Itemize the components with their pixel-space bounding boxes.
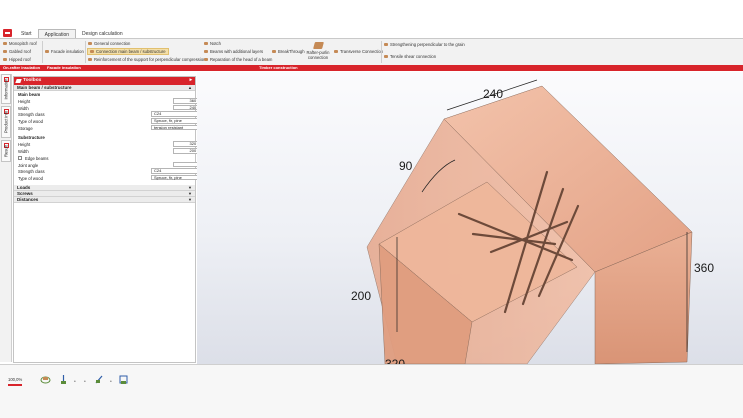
dimension-width-main: 240 — [483, 87, 503, 101]
ribbon-divider — [42, 41, 43, 63]
ribbon-category-bar: On-rafter insulation Facade insulation T… — [0, 65, 743, 71]
view-rotate-icon[interactable] — [40, 374, 51, 385]
substructure-strength-row: Strength class C24▾ — [14, 168, 207, 175]
roof-icon — [3, 58, 7, 61]
substructure-height-row: Height 320 mm — [14, 141, 207, 148]
tab-information[interactable]: Information — [1, 74, 11, 104]
section-distances[interactable]: Distances ▼ — [14, 196, 195, 203]
tab-start[interactable]: Start — [15, 29, 38, 38]
category-facade: Facade insulation — [47, 65, 81, 70]
transverse-icon — [334, 50, 338, 53]
main-beam-height-row: Height 360 mm — [14, 98, 207, 105]
status-bar: 100,0% • • • — [0, 364, 743, 418]
chevron-up-icon: ▲ — [188, 85, 192, 90]
reinforcement-support-button[interactable]: Reinforcement of the support for perpend… — [88, 57, 206, 62]
substructure-wood-row: Type of wood Spruce, fir, pine▾ — [14, 174, 207, 182]
section-main-beam-substructure[interactable]: Main beam / substructure ▲ — [14, 85, 195, 91]
view-front-icon[interactable] — [58, 374, 69, 385]
toolbar-separator-icon: • — [84, 379, 86, 385]
facade-insulation-button[interactable]: Facade insulation — [45, 49, 84, 54]
title-bar: Start Application Design calculation — [0, 0, 743, 38]
category-on-rafter: On-rafter insulation — [3, 65, 41, 70]
tab-product-info[interactable]: Product info — [1, 106, 11, 138]
gabled-roof-button[interactable]: Gabled roof — [3, 49, 31, 54]
reinforcement-icon — [88, 58, 92, 61]
beam-head-reparation-button[interactable]: Reparation of the head of a beam — [204, 57, 272, 62]
tab-application[interactable]: Application — [37, 29, 77, 38]
general-connection-button[interactable]: General connection — [88, 41, 130, 46]
beam-connection-model: 240 90 200 360 320 — [351, 79, 714, 364]
edge-beams-row: Edge beams — [14, 155, 195, 162]
rafter-purlin-button[interactable]: Rafter-purlin connection — [305, 42, 331, 60]
pin-icon[interactable]: ▸ — [190, 77, 192, 85]
facade-icon — [45, 50, 49, 53]
connection-main-beam-button[interactable]: Connection main beam / substructure — [87, 48, 169, 55]
transverse-connection-button[interactable]: Transverse Connection — [334, 49, 383, 54]
zoom-indicator — [8, 384, 22, 386]
main-beam-width-row: Width 240 mm — [14, 104, 207, 112]
side-tab-strip: Information Product info Result — [0, 74, 12, 362]
toolbar-separator-icon: • — [110, 379, 112, 385]
rafter-icon — [312, 42, 324, 49]
pencil-icon — [15, 79, 22, 83]
app-menu-icon[interactable] — [3, 29, 12, 37]
zoom-level: 100,0% — [8, 377, 23, 382]
view-side-icon[interactable] — [94, 374, 105, 385]
toolbox-header: Toolbox ▸ — [14, 77, 195, 85]
ribbon-divider — [85, 41, 86, 63]
roof-icon — [3, 50, 7, 53]
beams-additional-layers-button[interactable]: Beams with additional layers — [204, 49, 263, 54]
main-beam-wood-row: Type of wood Spruce, fir, pine▾ — [14, 118, 207, 125]
main-beam-storage-row: Storage tension resistant▾ — [14, 124, 207, 132]
beam-icon — [204, 50, 208, 53]
connection-icon — [90, 50, 94, 53]
tab-result[interactable]: Result — [1, 140, 11, 162]
connection-icon — [88, 42, 92, 45]
beam-icon — [204, 58, 208, 61]
roof-icon — [3, 42, 7, 45]
ribbon-tabs: Start Application Design calculation — [15, 29, 129, 38]
edge-beams-checkbox[interactable] — [18, 155, 22, 160]
strengthening-perpendicular-button[interactable]: Strengthening perpendicular to the grain — [384, 42, 465, 47]
hipped-roof-button[interactable]: Hipped roof — [3, 57, 31, 62]
3d-viewport[interactable]: 240 90 200 360 320 — [197, 72, 743, 364]
view-top-icon[interactable] — [118, 374, 129, 385]
substructure-width-row: Width 200 mm — [14, 148, 207, 155]
dimension-height-sub: 320 — [385, 357, 405, 364]
ribbon: Monopitch roof Gabled roof Hipped roof F… — [0, 38, 743, 65]
monopitch-roof-button[interactable]: Monopitch roof — [3, 41, 37, 46]
screw-icon — [384, 55, 388, 58]
notch-button[interactable]: Notch — [204, 41, 221, 46]
breakthrough-icon — [272, 50, 276, 53]
tensile-shear-button[interactable]: Tensile shear connection — [384, 54, 436, 59]
dimension-height-main: 360 — [694, 261, 714, 275]
toolbox-panel: Toolbox ▸ Main beam / substructure ▲ Mai… — [13, 76, 207, 363]
toolbar-separator-icon: • — [74, 379, 76, 385]
category-timber: Timber construction — [259, 65, 298, 70]
notch-icon — [204, 42, 208, 45]
breakthrough-button[interactable]: BreakThrough — [272, 49, 305, 54]
main-beam-strength-row: Strength class C24▾ — [14, 111, 207, 118]
chevron-down-icon: ▼ — [188, 196, 192, 202]
tab-design-calculation[interactable]: Design calculation — [76, 29, 129, 38]
dimension-width-sub: 200 — [351, 289, 371, 303]
dimension-angle: 90 — [399, 159, 413, 173]
joint-angle-row: Joint angle 90 ° — [14, 161, 207, 169]
ribbon-divider — [381, 41, 382, 63]
screw-icon — [384, 43, 388, 46]
